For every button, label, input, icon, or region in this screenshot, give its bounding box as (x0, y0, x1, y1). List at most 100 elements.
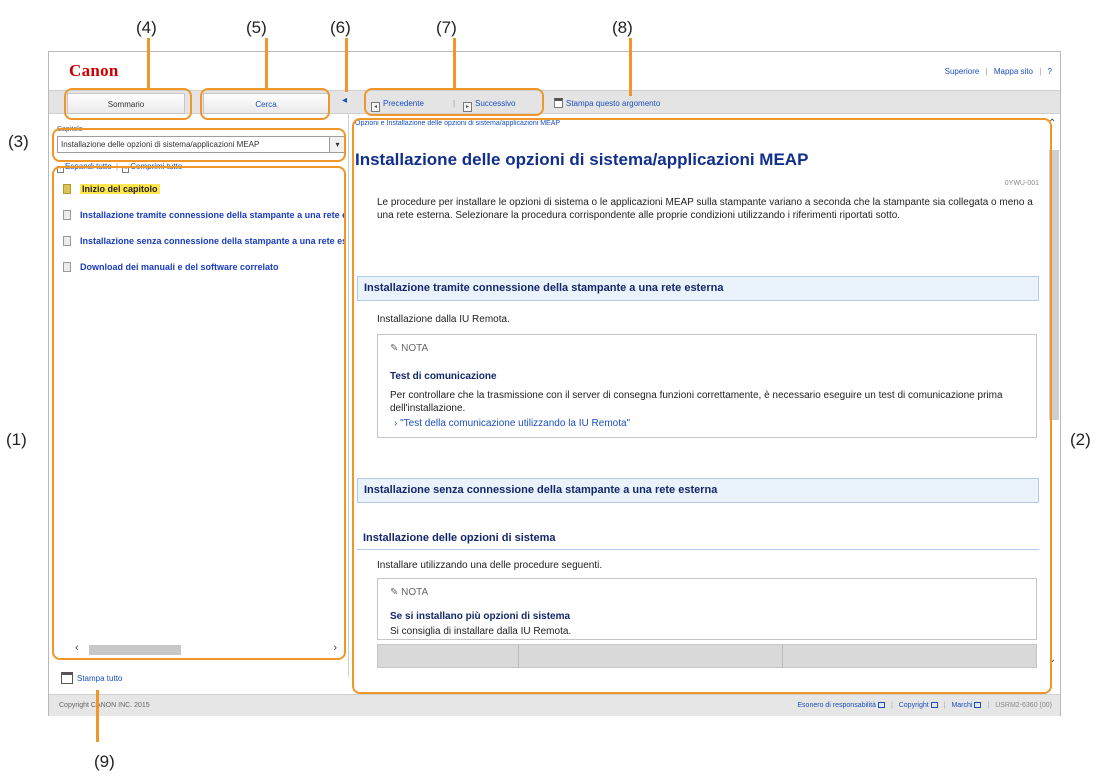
tree-item[interactable]: Download dei manuali e del software corr… (63, 262, 345, 288)
disclaimer-link[interactable]: Esonero di responsabilità (797, 702, 876, 709)
callout-line (265, 38, 268, 88)
sub-text: Installare utilizzando una delle procedu… (377, 560, 603, 571)
help-link[interactable]: ? (1048, 67, 1052, 76)
page-title: Installazione delle opzioni di sistema/a… (355, 150, 809, 169)
note-body: Si consiglia di installare dalla IU Remo… (390, 626, 572, 637)
vertical-scrollbar[interactable]: ⌃ ⌄ (1047, 118, 1061, 674)
tree-item[interactable]: Installazione tramite connessione della … (63, 210, 345, 236)
chapter-value: Installazione delle opzioni di sistema/a… (61, 140, 260, 149)
separator: | (1039, 67, 1042, 76)
tab-bar: Sommario Cerca ◂ ◂ Precedente | ▸ Successi… (49, 90, 1060, 114)
note-header: ✎ NOTA (390, 587, 428, 598)
prev-page-icon: ◂ (371, 102, 380, 112)
callout-2: (2) (1070, 430, 1091, 449)
section-heading[interactable]: Installazione tramite connessione della … (357, 276, 1039, 301)
doc-id: 0YWU-001 (1004, 180, 1039, 187)
separator: | (943, 702, 946, 709)
note-link[interactable]: › "Test della comunicazione utilizzando … (394, 418, 630, 429)
header: Canon Superiore | Mappa sito | ? (49, 52, 1060, 90)
page-icon (63, 210, 71, 220)
note-label: NOTA (401, 343, 429, 354)
tree-item-label: Inizio del capitolo (80, 184, 160, 194)
print-topic-button[interactable]: Stampa questo argomento (554, 96, 660, 112)
expand-collapse-bar: + Espandi tutto | − Comprimi tutto (57, 162, 182, 173)
chapter-select[interactable]: Installazione delle opzioni di sistema/a… (57, 136, 346, 153)
next-button[interactable]: ▸ Successivo (463, 96, 515, 112)
print-all-label: Stampa tutto (77, 674, 123, 683)
page-icon (63, 236, 71, 246)
tree-item-label: Installazione tramite connessione della … (80, 210, 345, 220)
collapse-pane-icon[interactable]: ◂ (342, 95, 347, 106)
callout-3: (3) (8, 132, 29, 151)
tab-contents[interactable]: Sommario (67, 93, 185, 114)
top-links: Superiore | Mappa sito | ? (941, 67, 1052, 76)
separator: | (890, 702, 893, 709)
note-icon: ✎ (390, 587, 402, 598)
callout-5: (5) (246, 18, 267, 37)
plus-icon: + (57, 166, 64, 173)
sidebar: Capitolo Installazione delle opzioni di … (49, 114, 349, 677)
section-text: Installazione dalla IU Remota. (377, 314, 510, 325)
table-divider (518, 645, 519, 668)
scroll-left-icon[interactable]: ‹ (75, 642, 79, 654)
next-page-icon: ▸ (463, 102, 472, 112)
print-icon (61, 672, 73, 684)
copyright-text: Copyright CANON INC. 2015 (59, 702, 150, 709)
prev-button[interactable]: ◂ Precedente (371, 96, 424, 112)
table-header (377, 644, 1037, 668)
table-divider (782, 645, 783, 668)
note-label: NOTA (401, 587, 429, 598)
footer-links: Esonero di responsabilità | Copyright | … (793, 695, 1052, 717)
tree-item[interactable]: Installazione senza connessione della st… (63, 236, 345, 262)
new-window-icon (878, 702, 885, 708)
tree-item-label: Download dei manuali e del software corr… (80, 262, 279, 272)
callout-line (629, 38, 632, 96)
section-heading[interactable]: Installazione senza connessione della st… (357, 478, 1039, 503)
print-icon (554, 98, 563, 108)
callout-line (147, 38, 150, 88)
note-box: ✎ NOTA Se si installano più opzioni di s… (377, 578, 1037, 640)
callout-line (345, 38, 348, 92)
callout-7: (7) (436, 18, 457, 37)
tab-search[interactable]: Cerca (203, 93, 329, 114)
manual-code: USRM2-6360 (00) (995, 702, 1052, 709)
sitemap-link[interactable]: Mappa sito (994, 67, 1033, 76)
help-window: Canon Superiore | Mappa sito | ? Sommari… (48, 51, 1061, 716)
top-link[interactable]: Superiore (945, 67, 980, 76)
scroll-thumb[interactable] (89, 645, 181, 655)
scroll-right-icon[interactable]: › (333, 642, 337, 654)
trademarks-link[interactable]: Marchi (951, 702, 972, 709)
separator: | (115, 162, 119, 171)
separator: | (985, 67, 988, 76)
scroll-up-icon[interactable]: ⌃ (1048, 118, 1056, 129)
breadcrumb[interactable]: Opzioni e Installazione delle opzioni di… (355, 120, 560, 127)
tree-item-label: Installazione senza connessione della st… (80, 236, 345, 246)
print-all-button[interactable]: Stampa tutto (61, 672, 122, 684)
main-content: Opzioni e Installazione delle opzioni di… (353, 118, 1043, 668)
chevron-down-icon: ▾ (329, 137, 345, 152)
note-title: Se si installano più opzioni di sistema (390, 611, 571, 622)
note-icon: ✎ (390, 343, 402, 354)
copyright-link[interactable]: Copyright (899, 702, 929, 709)
sub-heading: Installazione delle opzioni di sistema (357, 526, 1039, 550)
horizontal-scrollbar[interactable]: ‹ › (75, 642, 337, 656)
tree-list: Inizio del capitolo Installazione tramit… (63, 184, 345, 288)
separator: | (453, 99, 456, 108)
tree-item[interactable]: Inizio del capitolo (63, 184, 345, 210)
chapter-label: Capitolo (57, 126, 83, 133)
expand-all-link[interactable]: Espandi tutto (65, 162, 112, 171)
scroll-down-icon[interactable]: ⌄ (1048, 654, 1056, 665)
note-body: Per controllare che la trasmissione con … (390, 390, 1003, 414)
callout-8: (8) (612, 18, 633, 37)
scroll-thumb[interactable] (1049, 150, 1059, 420)
new-window-icon (930, 702, 938, 708)
callout-1: (1) (6, 430, 27, 449)
collapse-all-link[interactable]: Comprimi tutto (130, 162, 182, 171)
prev-label: Precedente (383, 99, 424, 108)
footer: Copyright CANON INC. 2015 Esonero di res… (49, 694, 1060, 716)
new-window-icon (974, 702, 982, 708)
intro-text: Le procedure per installare le opzioni d… (377, 197, 1033, 221)
note-title: Test di comunicazione (390, 371, 497, 382)
note-link-label: "Test della comunicazione utilizzando la… (400, 418, 631, 429)
page-icon (63, 262, 71, 272)
